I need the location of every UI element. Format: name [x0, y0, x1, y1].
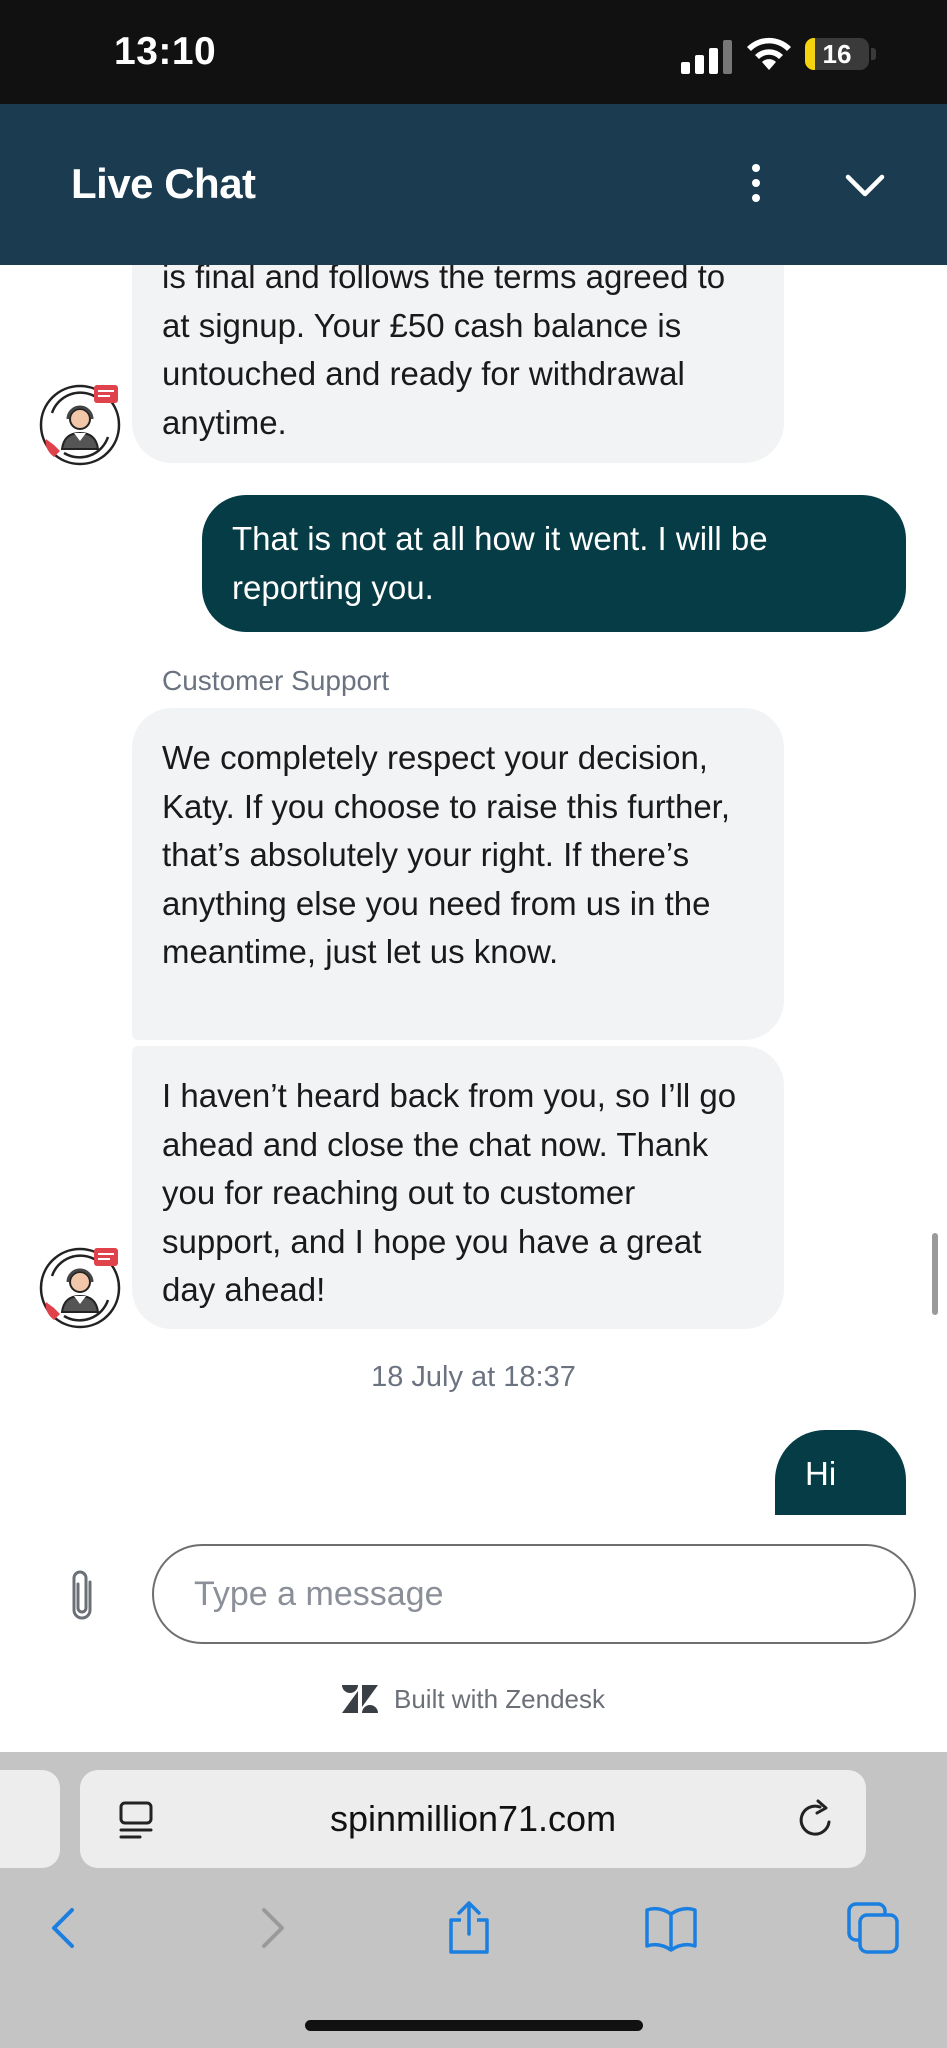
- sender-name: Customer Support: [162, 665, 390, 696]
- chat-scrollbar[interactable]: [932, 1233, 938, 1315]
- user-message-bubble: That is not at all how it went. I will b…: [202, 495, 906, 632]
- support-agent-avatar-icon: [39, 384, 121, 466]
- chevron-down-icon[interactable]: [840, 160, 890, 210]
- message-input[interactable]: [154, 1546, 914, 1642]
- chat-transcript[interactable]: is final and follows the terms agreed to…: [0, 265, 947, 1515]
- message-text: is final and follows the terms agreed to…: [162, 265, 726, 441]
- header-title: Live Chat: [71, 160, 256, 207]
- reload-icon[interactable]: [796, 1798, 836, 1840]
- more-options-icon[interactable]: [738, 160, 774, 208]
- bookmarks-icon[interactable]: [643, 1900, 699, 1956]
- back-icon[interactable]: [36, 1900, 92, 1956]
- forward-icon[interactable]: [244, 1900, 300, 1956]
- share-icon[interactable]: [441, 1900, 497, 1956]
- message-timestamp: 18 July at 18:37: [371, 1361, 576, 1393]
- support-agent-avatar-icon: [39, 1247, 121, 1329]
- cellular-signal-icon: [681, 40, 732, 74]
- agent-message-bubble: is final and follows the terms agreed to…: [132, 265, 784, 463]
- battery-icon: 16: [805, 38, 869, 70]
- built-with-zendesk[interactable]: Built with Zendesk: [0, 1684, 947, 1715]
- built-with-label: Built with Zendesk: [394, 1684, 605, 1714]
- status-time: 13:10: [114, 30, 217, 73]
- wifi-icon: [747, 37, 791, 70]
- message-text: Hi: [805, 1455, 837, 1492]
- battery-level: 16: [822, 39, 852, 69]
- paperclip-icon[interactable]: [60, 1566, 104, 1626]
- address-bar[interactable]: spinmillion71.com: [80, 1770, 866, 1868]
- message-text: That is not at all how it went. I will b…: [232, 520, 768, 606]
- status-bar: 13:10 16: [0, 0, 947, 104]
- tabs-icon[interactable]: [845, 1900, 901, 1956]
- message-text: We completely respect your decision, Kat…: [162, 739, 731, 970]
- browser-toolbar: spinmillion71.com: [0, 1752, 947, 2048]
- user-message-bubble: Hi: [775, 1430, 906, 1515]
- agent-message-bubble: We completely respect your decision, Kat…: [132, 708, 784, 1040]
- url-text: spinmillion71.com: [329, 1798, 617, 1839]
- battery-tip: [871, 48, 876, 60]
- zendesk-logo-icon: [342, 1685, 378, 1713]
- agent-message-bubble: I haven’t heard back from you, so I’ll g…: [132, 1046, 784, 1329]
- previous-tab-preview[interactable]: [0, 1770, 60, 1868]
- message-composer[interactable]: [152, 1544, 916, 1644]
- message-text: I haven’t heard back from you, so I’ll g…: [162, 1077, 737, 1308]
- chat-header: Live Chat: [0, 104, 947, 265]
- home-indicator[interactable]: [305, 2020, 643, 2031]
